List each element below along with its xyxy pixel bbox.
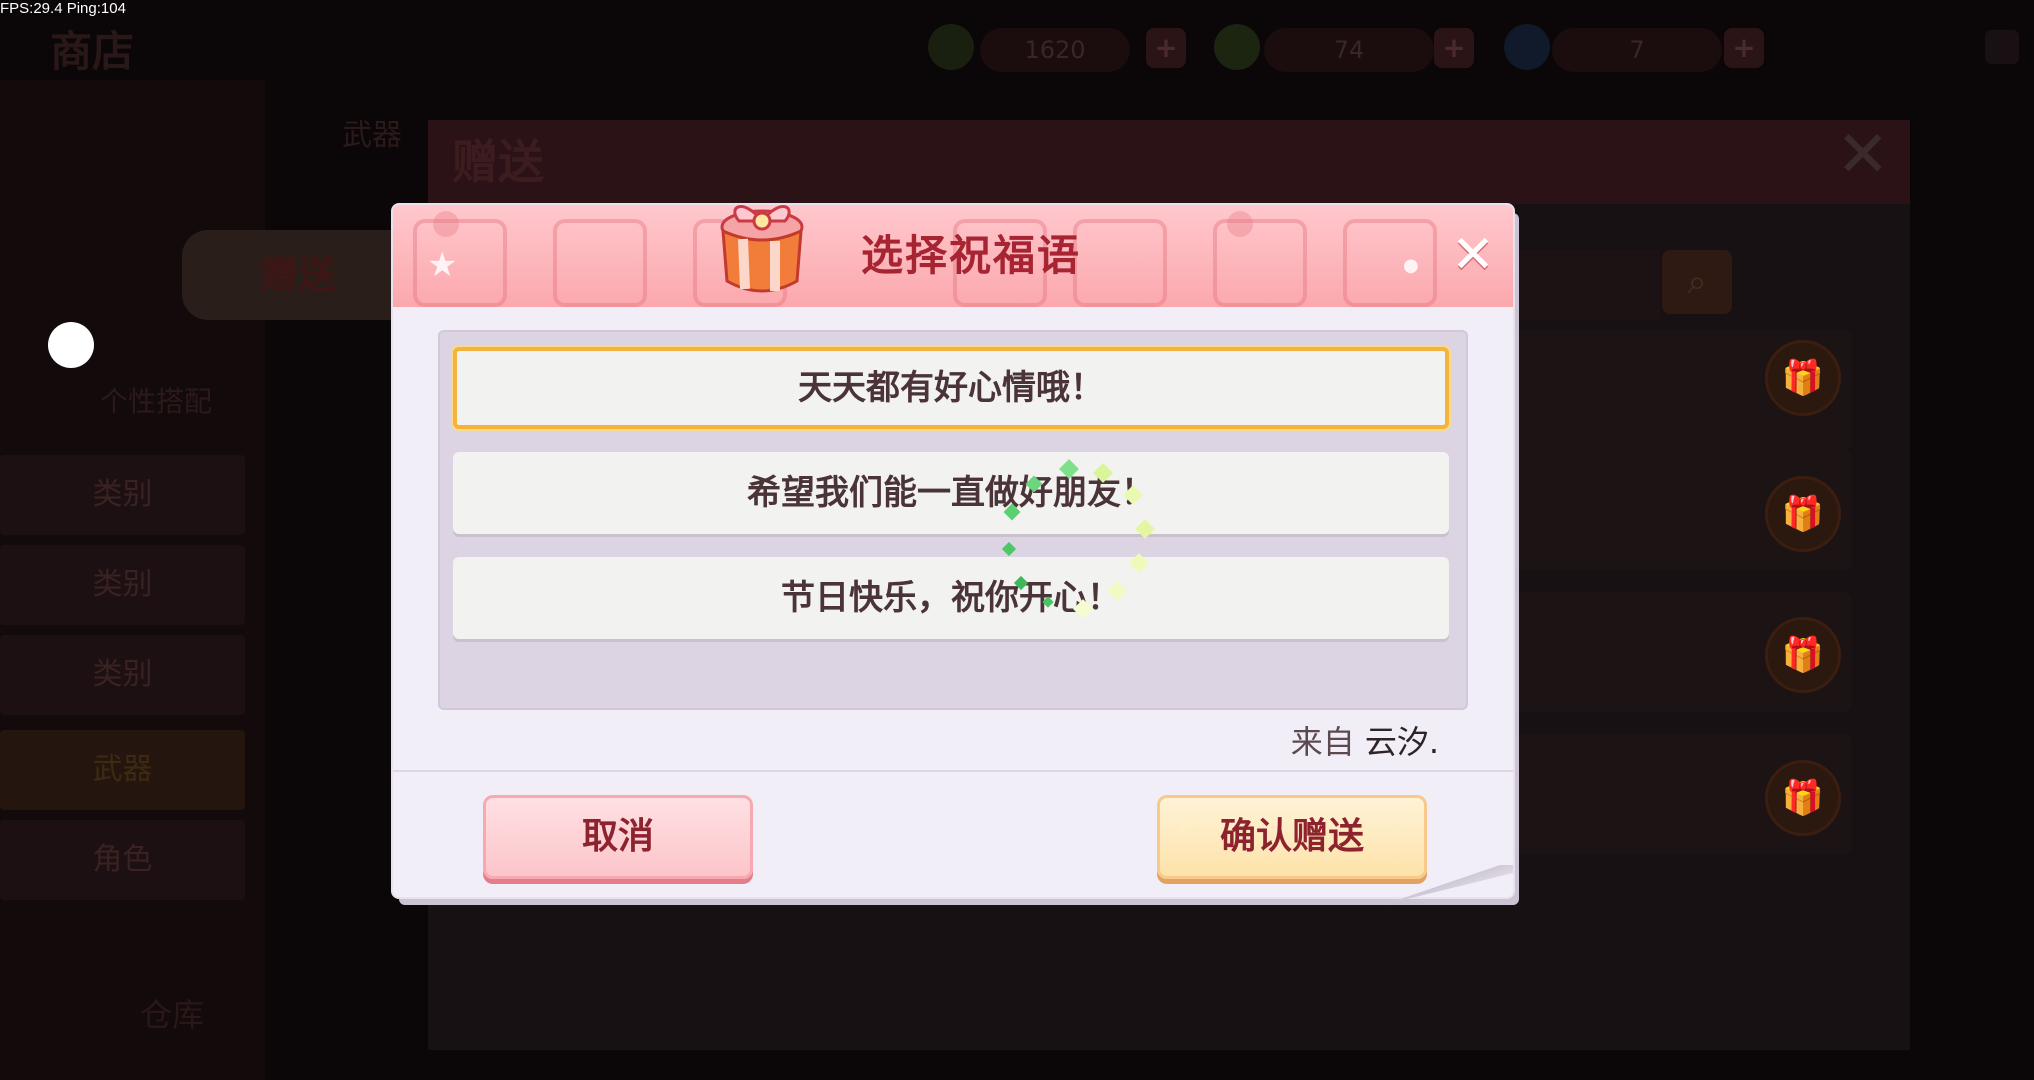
tab-gift[interactable]: 赠送: [182, 230, 414, 320]
star-icon: ★: [501, 810, 525, 840]
cancel-button[interactable]: ★ 取消: [483, 795, 753, 879]
resource-tokens: 7: [1552, 28, 1722, 72]
search-icon[interactable]: ⌕: [1662, 250, 1732, 314]
settings-icon[interactable]: [1985, 30, 2019, 64]
outer-close-icon[interactable]: ✕: [1836, 118, 1890, 192]
add-tokens-button[interactable]: +: [1724, 28, 1764, 68]
sub-label: 个性搭配: [100, 385, 213, 418]
blessing-list: 天天都有好心情哦！ 希望我们能一直做好朋友！ 节日快乐，祝你开心！: [438, 330, 1468, 710]
shop-title: 商店: [50, 27, 135, 76]
gift-icon[interactable]: 🎁: [1765, 760, 1841, 836]
modal-header: ★ ● 选择祝福语: [393, 205, 1513, 307]
modal-title: 选择祝福语: [860, 231, 1081, 280]
divider: [393, 770, 1513, 772]
cancel-label: 取消: [581, 816, 654, 857]
touch-indicator: [48, 322, 94, 368]
fps-ping-readout: FPS:29.4 Ping:104: [0, 0, 126, 17]
gift-box-icon: [720, 205, 804, 293]
resource-gems: 74: [1264, 28, 1434, 72]
add-coins-button[interactable]: +: [1146, 28, 1186, 68]
tab-weapon[interactable]: 武器: [342, 110, 402, 154]
resource-coins: 1620: [980, 28, 1130, 72]
gem-icon: [1214, 24, 1260, 70]
blessing-option[interactable]: 节日快乐，祝你开心！: [453, 557, 1449, 639]
gift-icon[interactable]: 🎁: [1765, 617, 1841, 693]
coin-icon: [928, 24, 974, 70]
outer-dialog-title: 赠送: [452, 135, 544, 189]
gift-icon[interactable]: 🎁: [1765, 476, 1841, 552]
confirm-gift-button[interactable]: ★ 确认赠送: [1157, 795, 1427, 879]
friend-search-input[interactable]: [1490, 250, 1660, 320]
blessing-select-modal: ★ ● 选择祝福语 ✕ 天天都有好心情哦！ 希望我们能一直做好朋友！ 节日快乐，…: [393, 205, 1513, 905]
star-icon: ★: [1175, 810, 1199, 840]
confirm-label: 确认赠送: [1219, 816, 1364, 857]
gift-icon[interactable]: 🎁: [1765, 340, 1841, 416]
category-item[interactable]: 类别: [0, 545, 245, 625]
category-item[interactable]: 类别: [0, 455, 245, 535]
token-icon: [1504, 24, 1550, 70]
category-item[interactable]: 类别: [0, 635, 245, 715]
sender-name: 云汐.: [1364, 723, 1439, 761]
outer-dialog-header: [428, 120, 1910, 204]
blessing-option-selected[interactable]: 天天都有好心情哦！: [453, 347, 1449, 429]
warehouse-button[interactable]: 仓库: [140, 990, 204, 1036]
from-label: 来自: [1290, 723, 1355, 761]
blessing-option[interactable]: 希望我们能一直做好朋友！: [453, 452, 1449, 534]
category-item[interactable]: 角色: [0, 820, 245, 900]
add-gems-button[interactable]: +: [1434, 28, 1474, 68]
close-icon[interactable]: ✕: [1447, 229, 1499, 281]
sender-line: 来自 云汐.: [1291, 717, 1439, 763]
category-item-weapon[interactable]: 武器: [0, 730, 245, 810]
